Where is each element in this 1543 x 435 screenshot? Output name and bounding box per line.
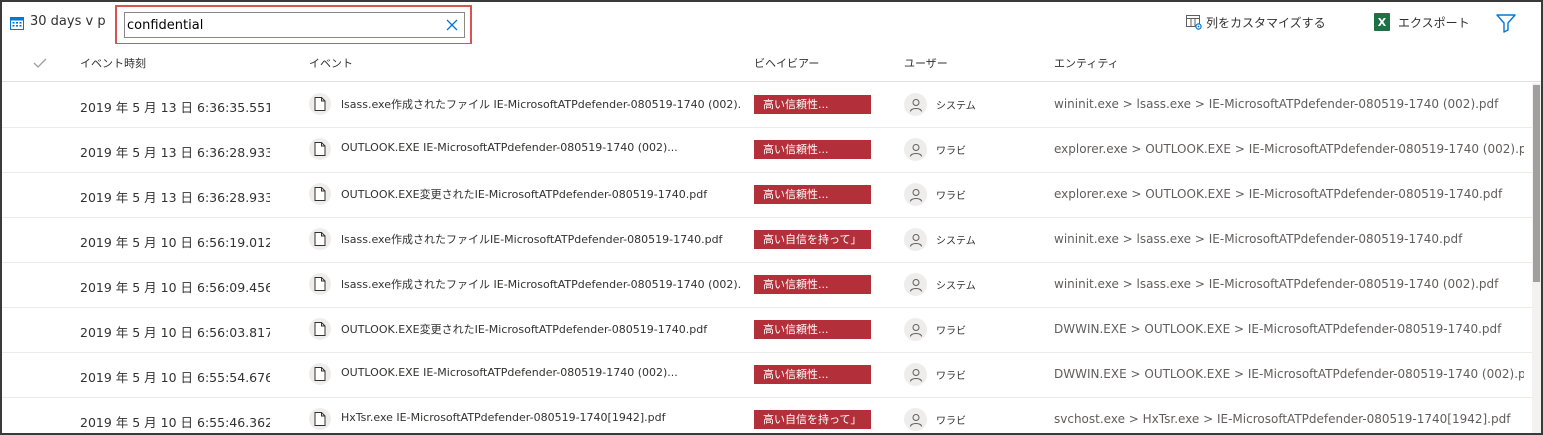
entity-path[interactable]: svchost.exe > HxTsr.exe > IE-MicrosoftAT… [1054,412,1524,426]
user-icon [904,138,927,161]
event-description[interactable]: HxTsr.exe IE-MicrosoftATPdefender-080519… [341,411,741,424]
behavior-badge[interactable]: 高い信頼性... [754,185,871,204]
user-name[interactable]: ワラビ [936,322,966,337]
behavior-badge[interactable]: 高い自信を持って」 [754,410,871,429]
table-row[interactable]: 2019 年 5 月 10 日 6:56:19.012 PM lsass.exe… [2,218,1532,263]
event-time: 2019 年 5 月 10 日 6:56:09.456 PM [80,280,270,295]
entity-path[interactable]: explorer.exe > OUTLOOK.EXE > IE-Microsof… [1054,187,1524,201]
event-time: 2019 年 5 月 10 日 6:56:19.012 PM [80,235,270,250]
event-description[interactable]: lsass.exe作成されたファイル IE-MicrosoftATPdefend… [341,276,741,292]
column-header-user[interactable]: ユーザー [904,55,948,71]
table-row[interactable]: 2019 年 5 月 13 日 6:36:28.933 PM OUTLOOK.E… [2,173,1532,218]
behavior-badge[interactable]: 高い自信を持って」 [754,230,871,249]
entity-path[interactable]: wininit.exe > lsass.exe > IE-MicrosoftAT… [1054,232,1524,246]
event-time: 2019 年 5 月 13 日 6:36:28.933 PM [80,145,270,160]
user-name[interactable]: ワラビ [936,187,966,202]
search-input[interactable] [124,12,465,38]
file-icon [309,183,331,205]
event-timeline-panel: 30 days v p 列をカスタマイズする X エクスポート [0,0,1543,435]
event-time: 2019 年 5 月 13 日 6:36:35.551 PM [80,100,270,115]
user-name[interactable]: ワラビ [936,367,966,382]
event-description[interactable]: OUTLOOK.EXE IE-MicrosoftATPdefender-0805… [341,141,741,154]
file-icon [309,318,331,340]
user-icon [904,228,927,251]
table-row[interactable]: 2019 年 5 月 10 日 6:55:54.676 PM OUTLOOK.E… [2,353,1532,398]
event-time: 2019 年 5 月 10 日 6:55:54.676 PM [80,370,270,385]
entity-path[interactable]: DWWIN.EXE > OUTLOOK.EXE > IE-MicrosoftAT… [1054,322,1524,336]
event-description[interactable]: OUTLOOK.EXE変更されたIE-MicrosoftATPdefender-… [341,321,741,337]
behavior-badge[interactable]: 高い信頼性... [754,140,871,159]
checkmark-icon[interactable] [32,56,48,70]
column-header-event[interactable]: イベント [309,55,353,71]
filter-icon[interactable] [1495,13,1517,33]
scrollbar-thumb[interactable] [1533,85,1540,282]
close-icon[interactable] [445,18,459,32]
file-icon [309,273,331,295]
event-description[interactable]: OUTLOOK.EXE変更されたIE-MicrosoftATPdefender-… [341,186,741,202]
file-icon [309,93,331,115]
event-time: 2019 年 5 月 10 日 6:56:03.817 PM [80,325,270,340]
event-time: 2019 年 5 月 10 日 6:55:46.362 PM [80,415,270,430]
user-icon [904,408,927,431]
behavior-badge[interactable]: 高い信頼性... [754,275,871,294]
file-icon [309,363,331,385]
calendar-icon[interactable] [10,16,24,30]
file-icon [309,408,331,430]
customize-columns-label: 列をカスタマイズする [1206,16,1326,30]
file-icon [309,228,331,250]
entity-path[interactable]: wininit.exe > lsass.exe > IE-MicrosoftAT… [1054,277,1524,291]
column-header-entity[interactable]: エンティティ [1054,55,1119,71]
table-row[interactable]: 2019 年 5 月 10 日 6:55:46.362 PM HxTsr.exe… [2,398,1532,433]
timeline-toolbar: 30 days v p 列をカスタマイズする X エクスポート [2,2,1541,45]
user-icon [904,273,927,296]
entity-path[interactable]: wininit.exe > lsass.exe > IE-MicrosoftAT… [1054,97,1524,111]
user-icon [904,183,927,206]
event-description[interactable]: OUTLOOK.EXE IE-MicrosoftATPdefender-0805… [341,366,741,379]
behavior-badge[interactable]: 高い信頼性... [754,95,871,114]
table-row[interactable]: 2019 年 5 月 13 日 6:36:28.933 PM OUTLOOK.E… [2,128,1532,173]
user-name[interactable]: システム [936,97,976,112]
export-label: エクスポート [1398,15,1470,30]
table-row[interactable]: 2019 年 5 月 10 日 6:56:03.817 PM OUTLOOK.E… [2,308,1532,353]
table-row[interactable]: 2019 年 5 月 10 日 6:56:09.456 PM lsass.exe… [2,263,1532,308]
vertical-scrollbar[interactable] [1532,83,1541,433]
entity-path[interactable]: DWWIN.EXE > OUTLOOK.EXE > IE-MicrosoftAT… [1054,367,1524,381]
user-name[interactable]: システム [936,232,976,247]
event-description[interactable]: lsass.exe作成されたファイル IE-MicrosoftATPdefend… [341,96,741,112]
search-highlight-box [115,5,472,45]
export-button[interactable]: X エクスポート [1374,13,1470,31]
column-header-time[interactable]: イベント時刻 [80,55,146,71]
user-name[interactable]: システム [936,277,976,292]
user-icon [904,363,927,386]
user-name[interactable]: ワラビ [936,412,966,427]
behavior-badge[interactable]: 高い信頼性... [754,365,871,384]
entity-path[interactable]: explorer.exe > OUTLOOK.EXE > IE-Microsof… [1054,142,1524,156]
file-icon [309,138,331,160]
behavior-badge[interactable]: 高い信頼性... [754,320,871,339]
customize-columns-button[interactable]: 列をカスタマイズする [1186,14,1326,31]
user-icon [904,318,927,341]
table-header: イベント時刻 イベント ビヘイビアー ユーザー エンティティ [2,44,1541,82]
column-header-behavior[interactable]: ビヘイビアー [754,55,819,71]
table-row[interactable]: 2019 年 5 月 13 日 6:36:35.551 PM lsass.exe… [2,83,1532,128]
excel-icon: X [1374,13,1390,31]
user-name[interactable]: ワラビ [936,142,966,157]
user-icon [904,93,927,116]
event-table-body: 2019 年 5 月 13 日 6:36:35.551 PM lsass.exe… [2,83,1532,433]
columns-settings-icon [1186,15,1202,30]
date-range-label[interactable]: 30 days v p [30,14,106,29]
event-time: 2019 年 5 月 13 日 6:36:28.933 PM [80,190,270,205]
event-description[interactable]: lsass.exe作成されたファイルIE-MicrosoftATPdefende… [341,231,741,247]
